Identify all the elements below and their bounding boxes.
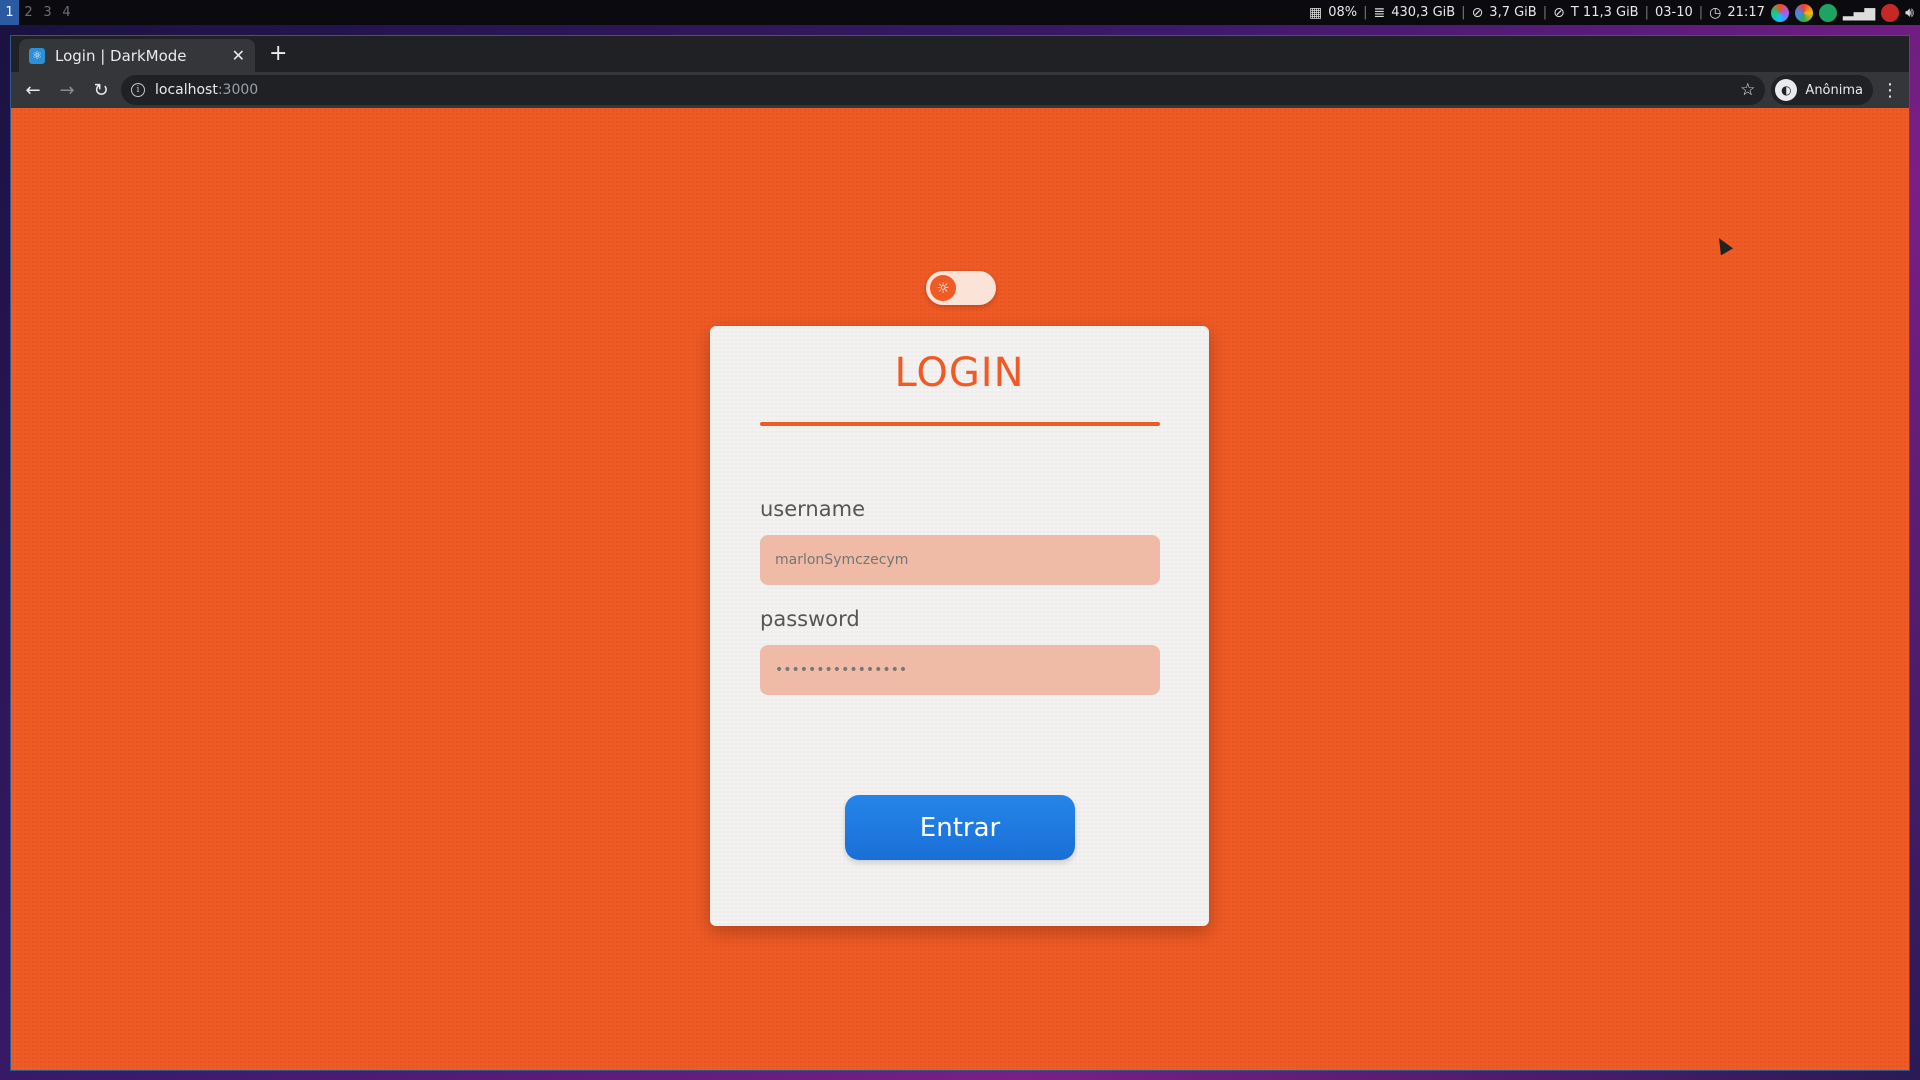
cpu-icon: ▦ [1308, 4, 1323, 21]
mouse-cursor [1712, 234, 1734, 256]
incognito-profile-button[interactable]: ◐ Anônima [1771, 75, 1873, 105]
separator: | [1461, 5, 1466, 20]
kebab-menu-icon[interactable]: ⋮ [1879, 80, 1901, 101]
page-title: LOGIN [894, 350, 1025, 396]
back-arrow-icon[interactable]: ← [19, 76, 47, 104]
workspace-4[interactable]: 4 [57, 0, 76, 25]
clock-icon: ◷ [1709, 4, 1722, 21]
memory-icon: ⊘ [1471, 4, 1484, 21]
url-host: localhost [155, 82, 218, 98]
time: 21:17 [1727, 5, 1765, 20]
signal-icon[interactable]: ▂▄▆ [1843, 5, 1875, 21]
desktop-status-bar: 1 2 3 4 ▦ 08% | ≣ 430,3 GiB | ⊘ 3,7 GiB … [0, 0, 1920, 25]
disk-icon: ≣ [1373, 4, 1386, 21]
submit-button[interactable]: Entrar [845, 795, 1075, 860]
browser-toolbar: ← → ↻ i localhost:3000 ☆ ◐ Anônima ⋮ [11, 72, 1909, 108]
browser-window: ⚛ Login | DarkMode ✕ + ← → ↻ i localhost… [10, 35, 1910, 1071]
react-icon: ⚛ [29, 47, 45, 64]
separator: | [1698, 5, 1704, 20]
memory-usage: 3,7 GiB [1489, 5, 1537, 20]
swap-icon: ⊘ [1553, 4, 1565, 21]
new-tab-button[interactable]: + [269, 41, 287, 66]
workspace-switcher: 1 2 3 4 [0, 0, 76, 25]
separator: | [1363, 5, 1368, 20]
tab-title: Login | DarkMode [55, 46, 187, 65]
separator: | [1542, 5, 1548, 20]
title-divider [760, 422, 1160, 426]
user-tray-icon[interactable] [1818, 3, 1837, 22]
workspace-2[interactable]: 2 [19, 0, 38, 25]
workspace-1[interactable]: 1 [0, 0, 19, 25]
disk-usage: 430,3 GiB [1391, 5, 1456, 20]
volume-icon[interactable]: 🔊︎ [1905, 5, 1914, 21]
page-content: ☼ LOGIN username password Entrar [11, 108, 1909, 1070]
theme-toggle[interactable]: ☼ [926, 271, 996, 305]
workspace-3[interactable]: 3 [38, 0, 57, 25]
swap-usage: T 11,3 GiB [1570, 5, 1639, 20]
forward-arrow-icon[interactable]: → [53, 76, 81, 104]
sun-icon: ☼ [930, 275, 956, 301]
password-input[interactable] [760, 645, 1160, 695]
username-label: username [760, 497, 865, 521]
reload-icon[interactable]: ↻ [87, 76, 115, 104]
separator: | [1644, 5, 1649, 20]
tab-strip: ⚛ Login | DarkMode ✕ + [11, 36, 1909, 72]
url-text: localhost:3000 [155, 82, 258, 98]
star-icon[interactable]: ☆ [1740, 80, 1755, 100]
chrome-tray-icon[interactable] [1794, 3, 1813, 22]
vpn-tray-icon[interactable] [1881, 3, 1900, 22]
figma-tray-icon[interactable] [1770, 3, 1789, 22]
date: 03-10 [1655, 5, 1693, 20]
url-port: :3000 [217, 82, 259, 98]
system-tray: ▦ 08% | ≣ 430,3 GiB | ⊘ 3,7 GiB | ⊘ T 11… [1308, 3, 1920, 22]
address-bar[interactable]: i localhost:3000 ☆ [121, 75, 1766, 105]
close-icon[interactable]: ✕ [232, 46, 245, 65]
login-card: LOGIN username password Entrar [710, 326, 1209, 926]
cpu-usage: 08% [1328, 5, 1358, 20]
password-label: password [760, 607, 860, 631]
username-input[interactable] [760, 535, 1160, 585]
profile-label: Anônima [1805, 82, 1863, 98]
info-icon[interactable]: i [131, 83, 145, 97]
incognito-icon: ◐ [1775, 79, 1798, 101]
tab-login[interactable]: ⚛ Login | DarkMode ✕ [19, 39, 255, 72]
